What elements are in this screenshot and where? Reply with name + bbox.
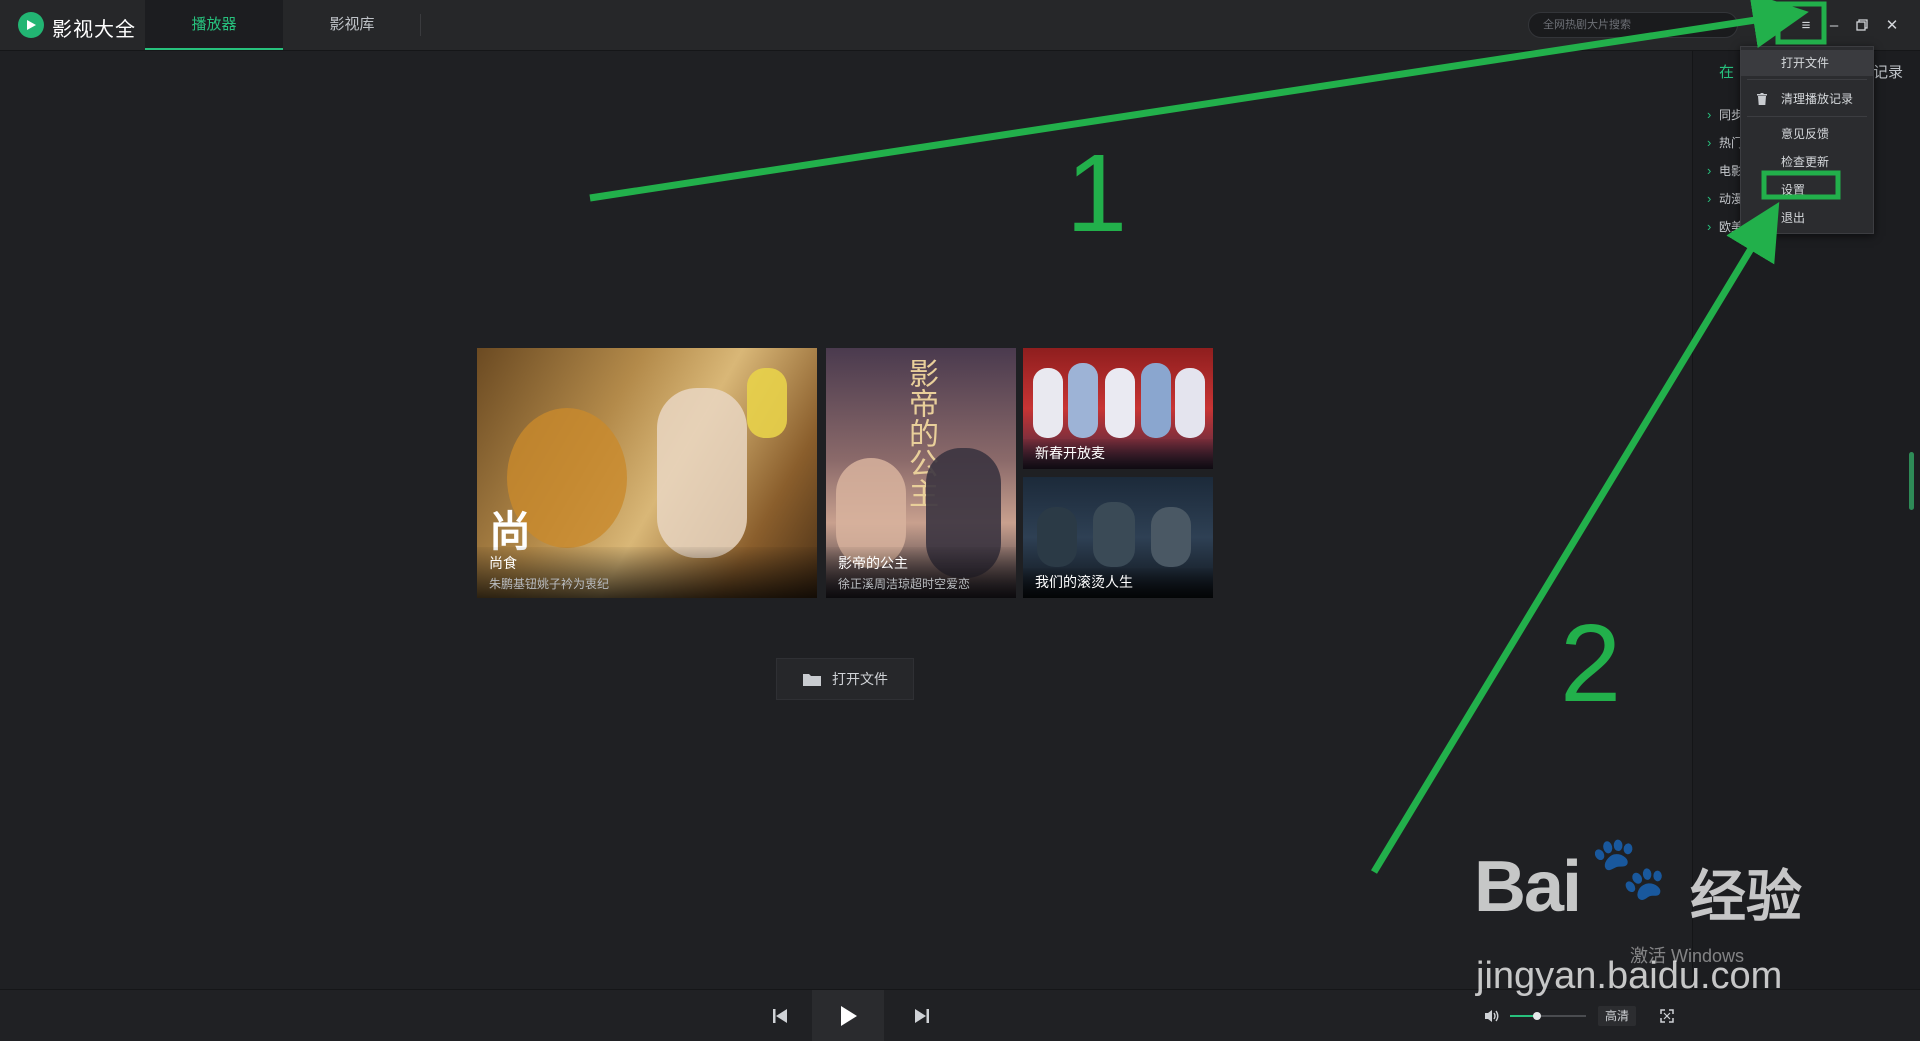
minimize-icon[interactable]: – [1823, 14, 1845, 36]
panel-item[interactable]: › 欧美 [1707, 213, 1743, 241]
close-icon[interactable]: ✕ [1881, 14, 1903, 36]
poster-subtitle: 朱鹏基钮姚子衿为衷纪 [489, 577, 610, 591]
next-icon[interactable] [902, 990, 942, 1041]
panel-item[interactable]: › 同步 [1707, 101, 1743, 129]
panel-tab-online[interactable]: 在 [1719, 61, 1734, 82]
annotation-number-1: 1 [1066, 132, 1128, 255]
search-input[interactable]: 全网热剧大片搜索 [1528, 12, 1738, 38]
poster-subtitle: 徐正溪周洁琼超时空爱恋 [838, 577, 971, 591]
poster-title: 我们的滚烫人生 [1035, 574, 1133, 590]
annotation-number-2: 2 [1560, 602, 1622, 725]
panel-item[interactable]: › 动漫 [1707, 185, 1743, 213]
poster-shangshi[interactable]: 尚 尚食 朱鹏基钮姚子衿为衷纪 [477, 348, 817, 598]
watermark-brand: Bai [1474, 847, 1582, 927]
menu-item-settings[interactable]: 设置 [1741, 177, 1873, 203]
poster-figure [1068, 363, 1098, 438]
menu-item-clear-history[interactable]: 清理播放记录 [1741, 86, 1873, 112]
menu-icon[interactable]: ≡ [1795, 14, 1817, 36]
menu-item-open-file[interactable]: 打开文件 [1741, 50, 1873, 76]
menu-item-check-update[interactable]: 检查更新 [1741, 149, 1873, 175]
poster-figure [1105, 368, 1135, 438]
poster-guntang[interactable]: 我们的滚烫人生 [1023, 477, 1213, 598]
title-bar: 影视大全 播放器 影视库 全网热剧大片搜索 ≡ – ✕ [0, 0, 1920, 51]
main-menu: 打开文件 清理播放记录 意见反馈 检查更新 设置 退出 [1740, 46, 1874, 234]
restore-icon[interactable] [1851, 14, 1873, 36]
watermark-url: jingyan.baidu.com [1476, 955, 1783, 997]
poster-caption: 新春开放麦 [1023, 439, 1213, 469]
menu-divider [1747, 116, 1867, 117]
previous-icon[interactable] [760, 990, 800, 1041]
trash-icon [1757, 93, 1767, 105]
poster-xinchun[interactable]: 新春开放麦 [1023, 348, 1213, 469]
poster-caption: 我们的滚烫人生 [1023, 568, 1213, 598]
poster-caption: 尚食 朱鹏基钮姚子衿为衷纪 [477, 547, 817, 598]
panel-list: › 同步 › 热门 › 电影 › 动漫 › 欧美 [1707, 101, 1743, 241]
poster-title: 影帝的公主 [838, 555, 908, 571]
chevron-right-icon: › [1707, 135, 1712, 150]
play-icon[interactable] [812, 990, 884, 1041]
poster-yingdi[interactable]: 影帝的公主 影帝的公主 徐正溪周洁琼超时空爱恋 [826, 348, 1016, 598]
quality-button[interactable]: 高清 [1598, 1006, 1636, 1026]
menu-item-feedback[interactable]: 意见反馈 [1741, 121, 1873, 147]
open-file-label: 打开文件 [832, 671, 888, 687]
volume-knob[interactable] [1533, 1012, 1541, 1020]
panel-item[interactable]: › 热门 [1707, 129, 1743, 157]
poster-figure [1037, 507, 1077, 567]
panel-item[interactable]: › 电影 [1707, 157, 1743, 185]
tab-divider [420, 14, 421, 36]
watermark-brand-cn: 经验 [1690, 865, 1802, 928]
poster-figure [1033, 368, 1063, 438]
poster-figure [657, 388, 747, 558]
poster-caption: 影帝的公主 徐正溪周洁琼超时空爱恋 [826, 547, 1016, 598]
chevron-right-icon: › [1707, 107, 1712, 122]
baidu-paw-icon: 🐾 [1590, 834, 1668, 903]
tab-player[interactable]: 播放器 [145, 0, 283, 50]
chevron-right-icon: › [1707, 163, 1712, 178]
app-title: 影视大全 [52, 19, 136, 41]
tab-library[interactable]: 影视库 [283, 0, 421, 50]
menu-divider [1747, 79, 1867, 80]
poster-figure [1175, 368, 1205, 438]
open-file-button[interactable]: 打开文件 [776, 658, 914, 700]
folder-icon [803, 674, 821, 686]
poster-figure [1141, 363, 1171, 438]
menu-item-exit[interactable]: 退出 [1741, 205, 1873, 231]
chevron-right-icon: › [1707, 219, 1712, 234]
panel-scrollbar[interactable] [1909, 452, 1914, 510]
poster-lantern [747, 368, 787, 438]
volume-slider[interactable] [1510, 1012, 1586, 1020]
panel-tab-history[interactable]: 记录 [1873, 61, 1903, 82]
poster-figure [1093, 502, 1135, 567]
poster-title: 尚食 [489, 555, 517, 571]
poster-title: 新春开放麦 [1035, 445, 1105, 461]
poster-figure [1151, 507, 1191, 567]
app-logo-icon [18, 12, 44, 38]
chevron-right-icon: › [1707, 191, 1712, 206]
